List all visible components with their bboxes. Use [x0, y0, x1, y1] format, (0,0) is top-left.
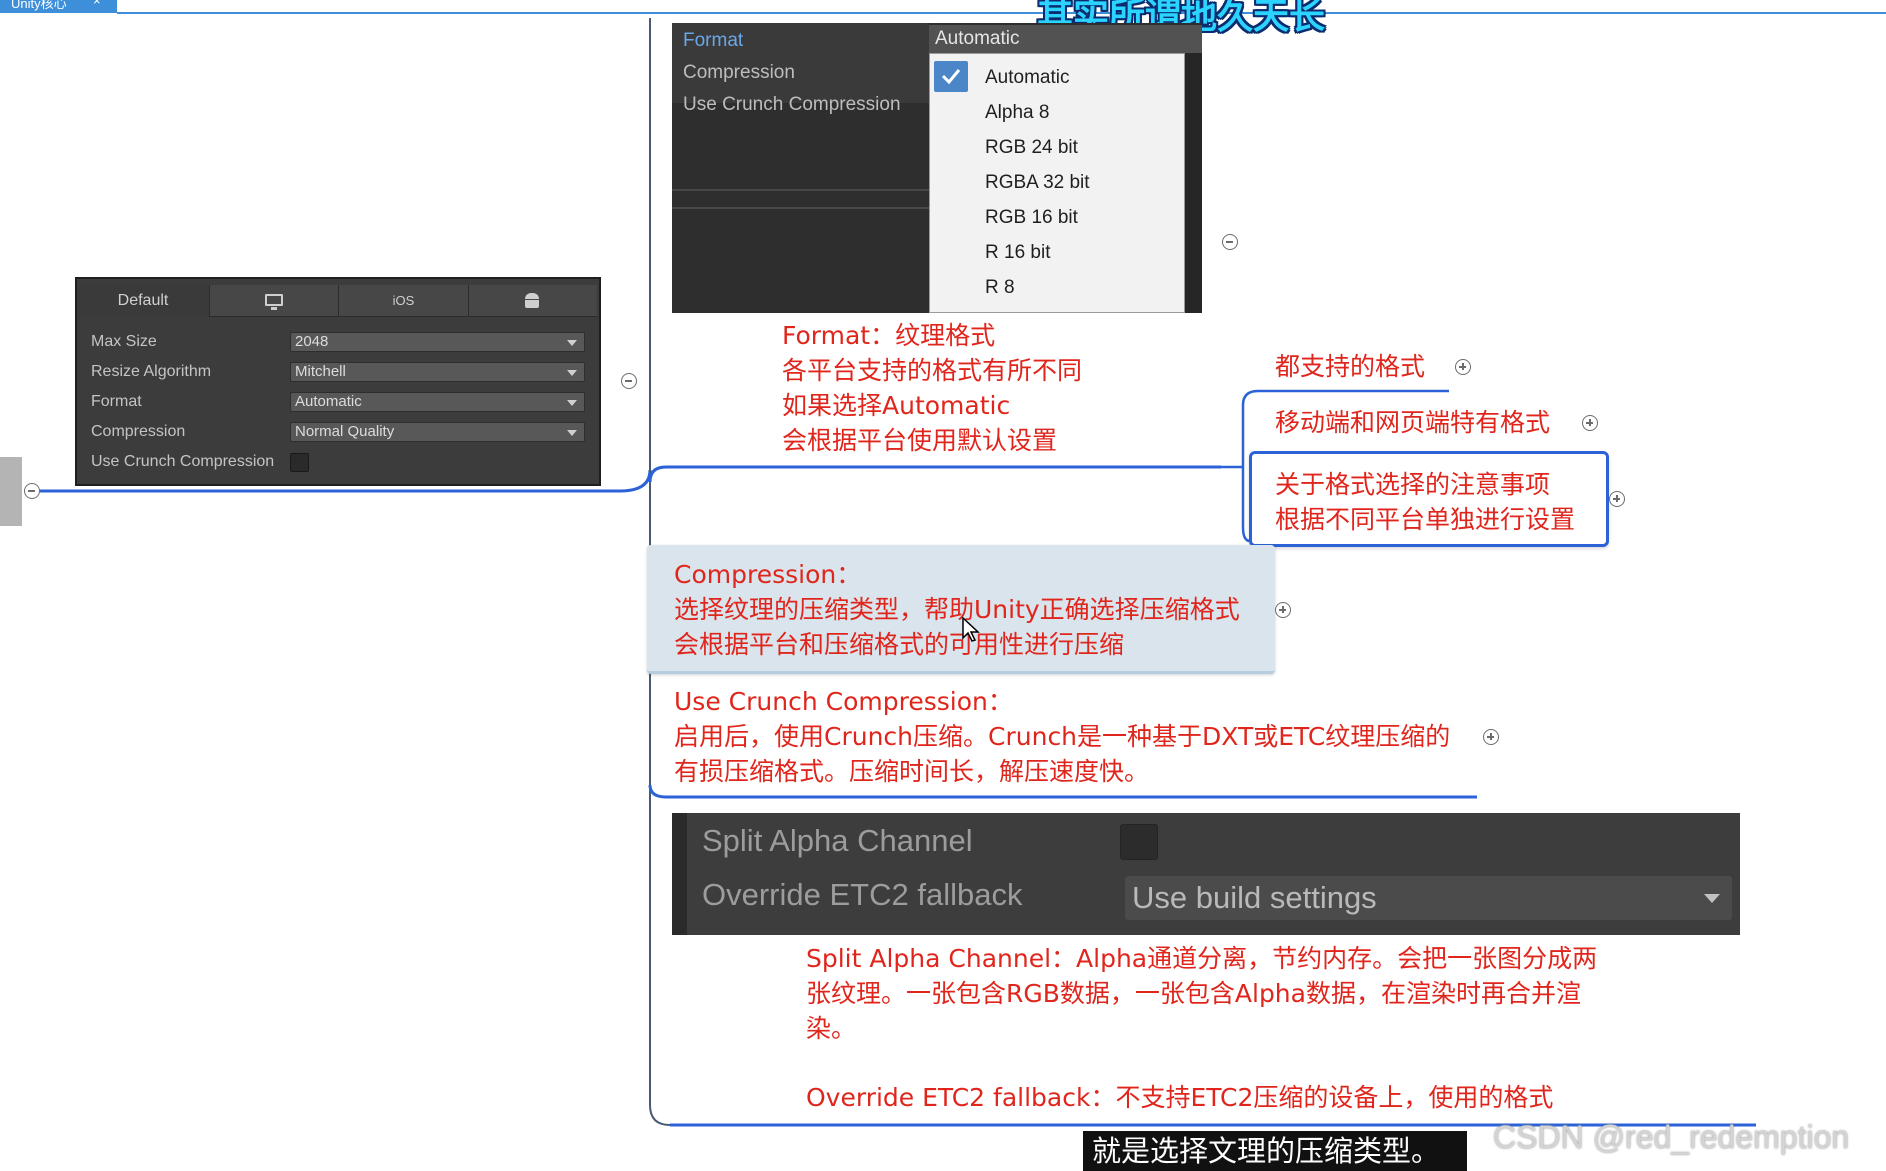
override-etc2-label: Override ETC2 fallback	[702, 877, 1023, 912]
split-alpha-note[interactable]: Split Alpha Channel：Alpha通道分离，节约内存。会把一张图…	[806, 941, 1597, 1046]
crunch-note-line: 有损压缩格式。压缩时间长，解压速度快。	[674, 757, 1150, 786]
split-alpha-checkbox[interactable]	[1120, 824, 1158, 860]
etc2-fallback-note[interactable]: Override ETC2 fallback：不支持ETC2压缩的设备上，使用的…	[806, 1080, 1553, 1115]
format-note[interactable]: Format：纹理格式 各平台支持的格式有所不同 如果选择Automatic 会…	[782, 318, 1082, 458]
collapse-toggle-inspector[interactable]	[621, 373, 637, 389]
format-branch-underline	[648, 465, 1221, 483]
menu-item-rgba32[interactable]: RGBA 32 bit	[985, 165, 1090, 200]
format-dropdown-screenshot: Format Compression Use Crunch Compressio…	[672, 23, 1202, 313]
collapse-toggle-format-image[interactable]	[1222, 234, 1238, 250]
compression-label: Compression	[91, 423, 186, 440]
expand-toggle-common-formats[interactable]	[1455, 359, 1471, 375]
mouse-cursor-icon	[962, 617, 980, 642]
node-format-selection-notes[interactable]: 关于格式选择的注意事项 根据不同平台单独进行设置	[1249, 451, 1609, 547]
resize-algorithm-dropdown[interactable]: Mitchell	[290, 362, 585, 382]
crunch-note-line: Use Crunch Compression：	[674, 687, 1013, 716]
dropdown-arrow-icon	[567, 400, 577, 406]
node-common-formats[interactable]: 都支持的格式	[1275, 349, 1425, 384]
max-size-dropdown[interactable]: 2048	[290, 332, 585, 352]
format-selected-value[interactable]: Automatic	[929, 25, 1202, 53]
check-icon	[934, 61, 968, 92]
format-notes-line: 关于格式选择的注意事项	[1275, 470, 1551, 499]
tab-default[interactable]: Default	[77, 285, 210, 317]
texture-import-settings-panel: Default iOS Max Size 2048 Resize Algorit…	[75, 277, 601, 486]
format-note-line: 各平台支持的格式有所不同	[782, 356, 1083, 385]
format-setting-label: Format	[683, 30, 744, 51]
divider	[672, 189, 929, 191]
expand-toggle-crunch[interactable]	[1483, 729, 1499, 745]
expand-toggle-mobile-web-formats[interactable]	[1582, 415, 1598, 431]
format-notes-line: 根据不同平台单独进行设置	[1275, 505, 1576, 534]
compression-value: Normal Quality	[295, 423, 395, 440]
format-options-menu: Automatic Alpha 8 RGB 24 bit RGBA 32 bit…	[929, 53, 1185, 313]
format-value: Automatic	[295, 393, 362, 410]
split-alpha-note-line: Split Alpha Channel：Alpha通道分离，节约内存。会把一张图…	[806, 944, 1598, 973]
collapse-toggle-root[interactable]	[24, 483, 40, 499]
scrollbar[interactable]	[1185, 53, 1202, 313]
divider	[672, 207, 929, 209]
menu-item-alpha8[interactable]: Alpha 8	[985, 95, 1049, 130]
use-crunch-checkbox[interactable]	[290, 453, 309, 472]
override-etc2-value: Use build settings	[1132, 880, 1377, 915]
watermark: CSDN @red_redemption	[1493, 1119, 1850, 1155]
expand-toggle-compression[interactable]	[1275, 602, 1291, 618]
split-alpha-label: Split Alpha Channel	[702, 823, 973, 858]
resize-algorithm-value: Mitchell	[295, 363, 346, 380]
split-alpha-note-line: 张纹理。一张包含RGB数据，一张包含Alpha数据，在渲染时再合并渲	[806, 979, 1581, 1008]
android-icon	[525, 293, 539, 309]
compression-note-line: Compression：	[674, 560, 862, 589]
format-dropdown[interactable]: Automatic	[290, 392, 585, 412]
tab-standalone[interactable]	[210, 285, 339, 317]
menu-item-automatic[interactable]: Automatic	[985, 60, 1069, 95]
format-note-line: Format：纹理格式	[782, 321, 996, 350]
format-label: Format	[91, 393, 142, 410]
format-note-line: 会根据平台使用默认设置	[782, 426, 1058, 455]
crunch-note[interactable]: Use Crunch Compression： 启用后，使用Crunch压缩。C…	[674, 684, 1450, 789]
crunch-note-line: 启用后，使用Crunch压缩。Crunch是一种基于DXT或ETC纹理压缩的	[674, 722, 1451, 751]
format-note-line: 如果选择Automatic	[782, 391, 1011, 420]
dropdown-arrow-icon	[567, 370, 577, 376]
tab-default-label: Default	[117, 292, 169, 309]
dropdown-arrow-icon	[567, 430, 577, 436]
menu-item-rgb16[interactable]: RGB 16 bit	[985, 200, 1078, 235]
platform-tab-bar: Default iOS	[77, 285, 597, 317]
split-alpha-note-line: 染。	[806, 1014, 857, 1043]
max-size-value: 2048	[295, 333, 329, 350]
compression-dropdown[interactable]: Normal Quality	[290, 422, 585, 442]
node-mobile-web-formats[interactable]: 移动端和网页端特有格式	[1275, 405, 1550, 440]
compression-setting-label: Compression	[683, 62, 795, 83]
menu-item-r16[interactable]: R 16 bit	[985, 235, 1050, 270]
resize-algorithm-label: Resize Algorithm	[91, 363, 212, 380]
use-crunch-label: Use Crunch Compression	[91, 453, 275, 470]
expand-toggle-format-notes[interactable]	[1609, 491, 1625, 507]
tab-ios-label: iOS	[392, 293, 415, 308]
dropdown-arrow-icon	[567, 340, 577, 346]
use-crunch-setting-label: Use Crunch Compression	[683, 94, 901, 115]
split-alpha-settings-screenshot: Split Alpha Channel Override ETC2 fallba…	[672, 813, 1740, 935]
menu-item-rgb24[interactable]: RGB 24 bit	[985, 130, 1078, 165]
monitor-icon	[265, 294, 283, 310]
tab-android[interactable]	[469, 285, 597, 317]
max-size-label: Max Size	[91, 333, 157, 350]
video-subtitle: 就是选择文理的压缩类型。	[1083, 1131, 1467, 1171]
compression-note[interactable]: Compression： 选择纹理的压缩类型，帮助Unity正确选择压缩格式 会…	[647, 545, 1275, 674]
chevron-down-icon	[1704, 894, 1720, 903]
override-etc2-dropdown[interactable]: Use build settings	[1125, 876, 1732, 920]
menu-item-r8[interactable]: R 8	[985, 270, 1015, 305]
tab-ios[interactable]: iOS	[339, 285, 469, 317]
